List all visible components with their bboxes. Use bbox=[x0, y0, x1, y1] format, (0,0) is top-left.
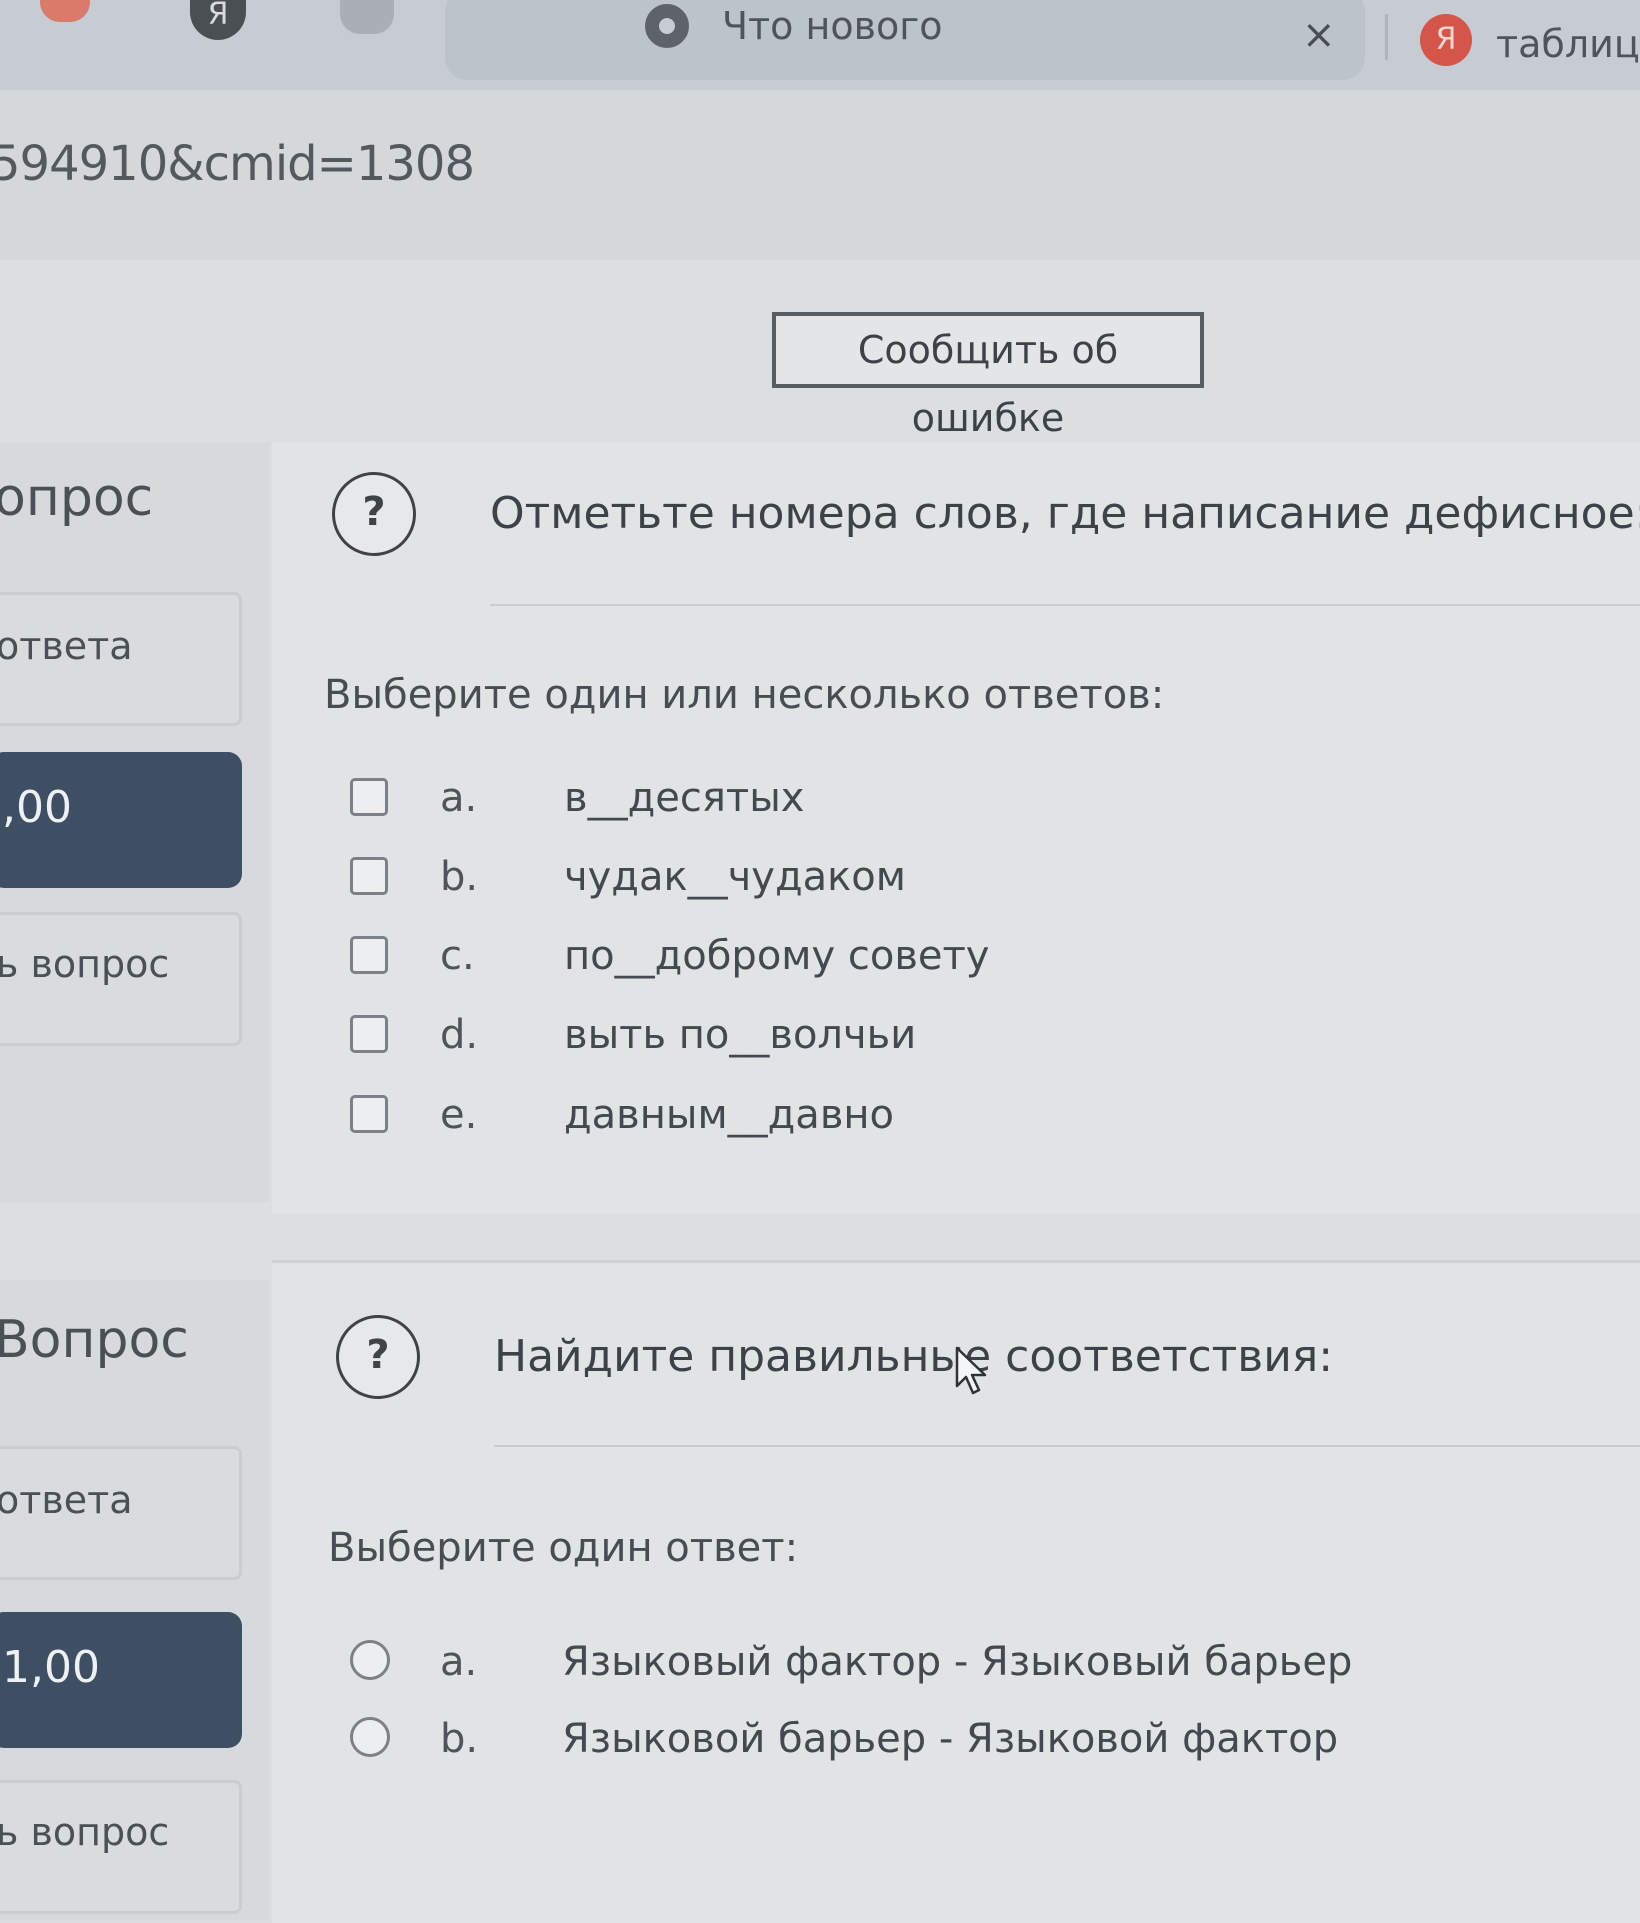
answer-option[interactable]: b. Языковой барьер - Языковой фактор bbox=[272, 1711, 1472, 1771]
question-circle-icon[interactable]: ? bbox=[332, 472, 416, 556]
answer-option[interactable]: a. в__десятых bbox=[272, 770, 1472, 830]
option-text[interactable]: чудак__чудаком bbox=[564, 849, 906, 905]
question-info-panel: опрос ответа ,00 ь вопрос bbox=[0, 442, 270, 1202]
question-label: Вопрос bbox=[0, 1310, 189, 1370]
option-text[interactable]: по__доброму совету bbox=[564, 928, 989, 984]
answer-option[interactable]: e. давным__давно bbox=[272, 1087, 1472, 1147]
question-info-panel: Вопрос ответа 1,00 ь вопрос bbox=[0, 1280, 270, 1920]
question-circle-icon[interactable]: ? bbox=[336, 1315, 420, 1399]
option-letter: b. bbox=[440, 854, 479, 900]
option-letter: a. bbox=[440, 1639, 478, 1685]
answer-option[interactable]: a. Языковый фактор - Языковый барьер bbox=[272, 1634, 1472, 1694]
answer-option[interactable]: d. выть по__волчьи bbox=[272, 1007, 1472, 1067]
option-text[interactable]: давным__давно bbox=[564, 1087, 894, 1143]
address-bar: 594910&cmid=1308 bbox=[0, 90, 1640, 260]
option-text[interactable]: Языковый фактор - Языковый барьер bbox=[562, 1634, 1352, 1690]
option-checkbox[interactable] bbox=[350, 857, 388, 895]
question-grade: 1,00 bbox=[2, 1642, 100, 1693]
tab-title: Что нового bbox=[722, 4, 943, 48]
question-text: Отметьте номера слов, где написание дефи… bbox=[490, 488, 1640, 539]
option-checkbox[interactable] bbox=[350, 1095, 388, 1133]
option-checkbox[interactable] bbox=[350, 936, 388, 974]
question-text: Найдите правильные соответствия: bbox=[494, 1331, 1334, 1382]
url-field[interactable]: 594910&cmid=1308 bbox=[0, 136, 475, 192]
pinned-tab-image-icon[interactable] bbox=[340, 0, 394, 34]
pinned-tab-yandex-icon[interactable]: Я bbox=[190, 0, 246, 40]
option-checkbox[interactable] bbox=[350, 778, 388, 816]
option-radio[interactable] bbox=[350, 1640, 390, 1680]
flag-question-link[interactable]: ь вопрос bbox=[0, 1810, 169, 1854]
answer-prompt: Выберите один ответ: bbox=[328, 1525, 799, 1571]
flag-question-link[interactable]: ь вопрос bbox=[0, 942, 169, 986]
quiz-page: Сообщить об ошибке опрос ответа ,00 ь во… bbox=[0, 260, 1640, 1923]
answer-prompt: Выберите один или несколько ответов: bbox=[324, 672, 1165, 718]
question-grade: ,00 bbox=[2, 782, 72, 833]
option-text[interactable]: выть по__волчьи bbox=[564, 1007, 916, 1063]
divider bbox=[494, 1445, 1640, 1447]
answer-option[interactable]: b. чудак__чудаком bbox=[272, 849, 1472, 909]
tab-separator bbox=[1385, 14, 1388, 60]
option-letter: a. bbox=[440, 775, 478, 821]
option-letter: e. bbox=[440, 1092, 478, 1138]
question-panel: ? Отметьте номера слов, где написание де… bbox=[272, 442, 1640, 1214]
report-error-button[interactable]: Сообщить об ошибке bbox=[772, 312, 1204, 440]
option-letter: b. bbox=[440, 1716, 479, 1762]
tab-title-second[interactable]: таблицу bbox=[1496, 18, 1640, 70]
question-status: ответа bbox=[0, 1478, 133, 1522]
option-radio[interactable] bbox=[350, 1717, 390, 1757]
question-status: ответа bbox=[0, 624, 133, 668]
answer-option[interactable]: c. по__доброму совету bbox=[272, 928, 1472, 988]
option-text[interactable]: в__десятых bbox=[564, 770, 804, 826]
browser-tab-bar: Я Что нового × Я таблицу bbox=[0, 0, 1640, 90]
question-label: опрос bbox=[0, 468, 154, 528]
pinned-tab-red-icon[interactable] bbox=[40, 0, 90, 22]
option-letter: d. bbox=[440, 1012, 479, 1058]
option-letter: c. bbox=[440, 933, 475, 979]
mouse-cursor-icon bbox=[955, 1346, 987, 1395]
option-text[interactable]: Языковой барьер - Языковой фактор bbox=[562, 1711, 1338, 1767]
tab-close-icon[interactable]: × bbox=[1302, 10, 1336, 60]
option-checkbox[interactable] bbox=[350, 1015, 388, 1053]
chrome-icon bbox=[645, 4, 689, 48]
yandex-icon: Я bbox=[1420, 14, 1472, 66]
divider bbox=[490, 604, 1640, 606]
